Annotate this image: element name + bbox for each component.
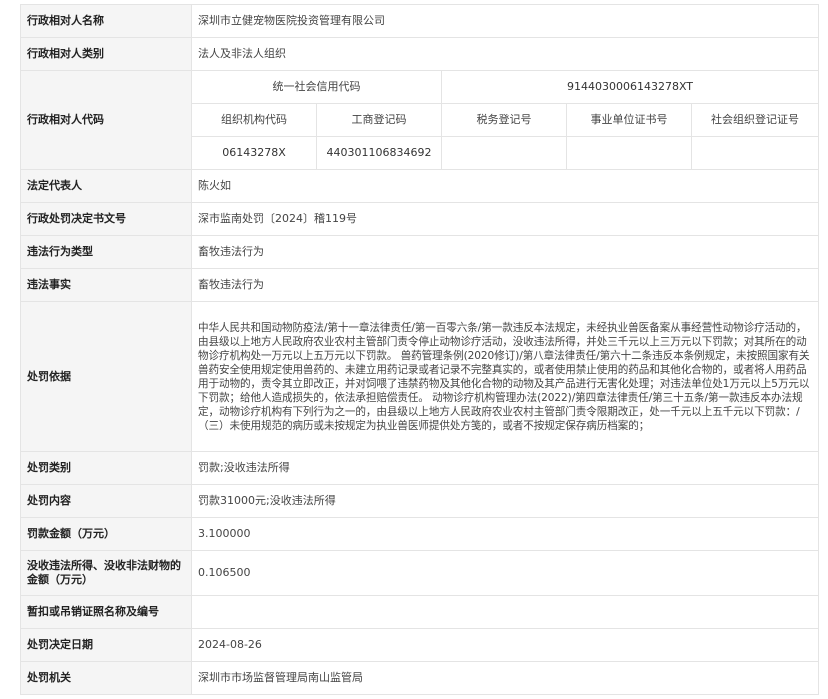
social-org-cert-value (691, 136, 819, 170)
party-name-value: 深圳市立健宠物医院投资管理有限公司 (191, 4, 819, 38)
penalty-category-value: 罚款;没收违法所得 (191, 451, 819, 485)
penalty-category-label: 处罚类别 (20, 451, 192, 485)
violation-type-value: 畜牧违法行为 (191, 235, 819, 269)
confiscation-label: 没收违法所得、没收非法财物的金额（万元） (20, 550, 192, 596)
row-confiscation: 没收违法所得、没收非法财物的金额（万元） 0.106500 (20, 550, 819, 596)
party-type-label: 行政相对人类别 (20, 37, 192, 71)
row-violation-fact: 违法事实 畜牧违法行为 (20, 268, 819, 302)
business-reg-label: 工商登记码 (316, 103, 442, 137)
legal-rep-value: 陈火如 (191, 169, 819, 203)
row-penalty-content: 处罚内容 罚款31000元;没收违法所得 (20, 484, 819, 518)
decision-no-label: 行政处罚决定书文号 (20, 202, 192, 236)
authority-value: 深圳市市场监督管理局南山监管局 (191, 661, 819, 695)
penalty-record-table: 行政相对人名称 深圳市立健宠物医院投资管理有限公司 行政相对人类别 法人及非法人… (20, 4, 819, 695)
decision-date-value: 2024-08-26 (191, 628, 819, 662)
violation-fact-value: 畜牧违法行为 (191, 268, 819, 302)
org-code-label: 组织机构代码 (191, 103, 317, 137)
row-party-type: 行政相对人类别 法人及非法人组织 (20, 37, 819, 71)
institution-cert-value (566, 136, 692, 170)
row-party-name: 行政相对人名称 深圳市立健宠物医院投资管理有限公司 (20, 4, 819, 38)
penalty-content-label: 处罚内容 (20, 484, 192, 518)
row-penalty-category: 处罚类别 罚款;没收违法所得 (20, 451, 819, 485)
business-reg-value: 440301106834692 (316, 136, 442, 170)
row-authority: 处罚机关 深圳市市场监督管理局南山监管局 (20, 661, 819, 695)
tax-reg-label: 税务登记号 (441, 103, 567, 137)
row-fine-amount: 罚款金额（万元） 3.100000 (20, 517, 819, 551)
row-penalty-basis: 处罚依据 中华人民共和国动物防疫法/第十一章法律责任/第一百零六条/第一款违反本… (20, 301, 819, 452)
violation-fact-label: 违法事实 (20, 268, 192, 302)
penalty-basis-label: 处罚依据 (20, 301, 192, 452)
legal-rep-label: 法定代表人 (20, 169, 192, 203)
row-party-code-uscc: 行政相对人代码 统一社会信用代码 9144030006143278XT (20, 70, 819, 170)
penalty-content-value: 罚款31000元;没收违法所得 (191, 484, 819, 518)
party-name-label: 行政相对人名称 (20, 4, 192, 38)
social-org-cert-label: 社会组织登记证号 (691, 103, 819, 137)
decision-no-value: 深市监南处罚〔2024〕稽119号 (191, 202, 819, 236)
license-revoked-value (191, 595, 819, 629)
confiscation-value: 0.106500 (191, 550, 819, 596)
row-decision-no: 行政处罚决定书文号 深市监南处罚〔2024〕稽119号 (20, 202, 819, 236)
authority-label: 处罚机关 (20, 661, 192, 695)
penalty-basis-value: 中华人民共和国动物防疫法/第十一章法律责任/第一百零六条/第一款违反本法规定，未… (191, 301, 819, 452)
institution-cert-label: 事业单位证书号 (566, 103, 692, 137)
uscc-value: 9144030006143278XT (441, 70, 819, 104)
fine-amount-label: 罚款金额（万元） (20, 517, 192, 551)
row-license-revoked: 暂扣或吊销证照名称及编号 (20, 595, 819, 629)
party-type-value: 法人及非法人组织 (191, 37, 819, 71)
violation-type-label: 违法行为类型 (20, 235, 192, 269)
decision-date-label: 处罚决定日期 (20, 628, 192, 662)
row-violation-type: 违法行为类型 畜牧违法行为 (20, 235, 819, 269)
uscc-label: 统一社会信用代码 (191, 70, 442, 104)
party-code-label: 行政相对人代码 (20, 70, 192, 170)
fine-amount-value: 3.100000 (191, 517, 819, 551)
row-legal-rep: 法定代表人 陈火如 (20, 169, 819, 203)
license-revoked-label: 暂扣或吊销证照名称及编号 (20, 595, 192, 629)
tax-reg-value (441, 136, 567, 170)
org-code-value: 06143278X (191, 136, 317, 170)
row-decision-date: 处罚决定日期 2024-08-26 (20, 628, 819, 662)
